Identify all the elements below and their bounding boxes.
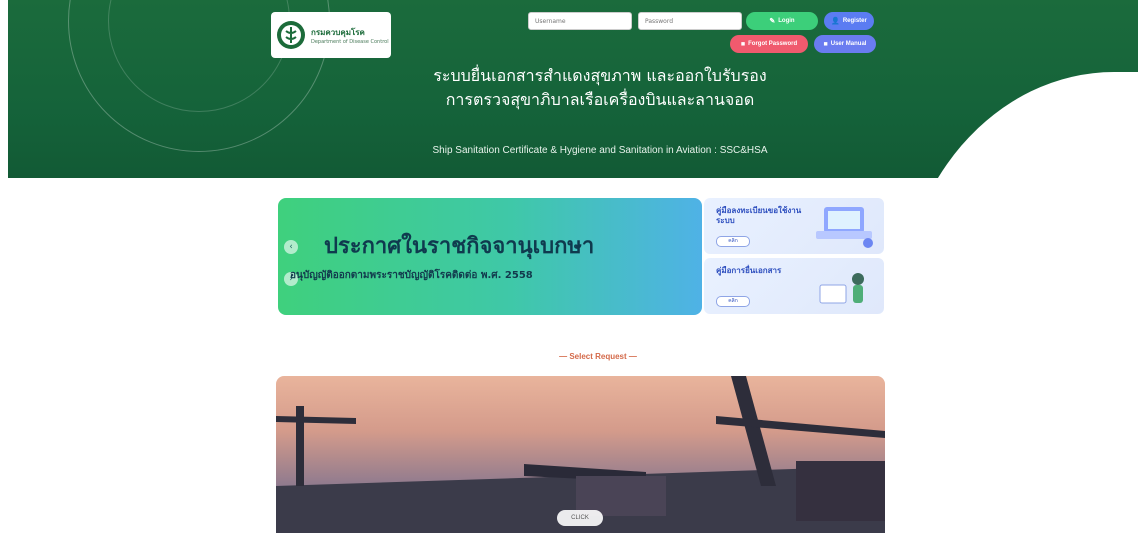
user-icon: 👤 <box>831 18 840 25</box>
forgot-password-button[interactable]: ■ Forgot Password <box>730 35 808 53</box>
login-button[interactable]: ✎ Login <box>746 12 818 30</box>
header-curve <box>898 72 1138 178</box>
computer-illustration-icon <box>816 207 873 248</box>
login-label: Login <box>778 18 795 24</box>
password-input[interactable] <box>638 12 742 30</box>
sea-port-click-button[interactable]: CLICK <box>557 510 603 526</box>
announcement-banner[interactable]: ‹ › ประกาศในราชกิจจานุเบกษา อนุบัญญัติออ… <box>278 198 702 315</box>
page-title-th-line2: การตรวจสุขาภิบาลเรือเครื่องบินและลานจอด <box>445 90 755 109</box>
registration-manual-card[interactable]: คู่มือลงทะเบียนขอใช้งานระบบ คลิก <box>704 198 884 254</box>
banner-subtitle: อนุบัญญัติออกตามพระราชบัญญัติโรคติดต่อ พ… <box>290 270 533 281</box>
register-button[interactable]: 👤 Register <box>824 12 874 30</box>
key-icon: ✎ <box>769 18 776 25</box>
registration-manual-title: คู่มือลงทะเบียนขอใช้งานระบบ <box>716 206 802 225</box>
logo-text-en: Department of Disease Control <box>311 38 389 45</box>
logo-text-th: กรมควบคุมโรค <box>311 27 365 37</box>
register-label: Register <box>842 18 867 24</box>
select-request-heading: — Select Request — <box>559 352 637 361</box>
submission-manual-card[interactable]: คู่มือการยื่นเอกสาร คลิก <box>704 258 884 314</box>
page-title-th-line1: ระบบยื่นเอกสารสำแดงสุขภาพ และออกใบรับรอง <box>433 66 767 85</box>
lock-icon: ■ <box>740 40 746 48</box>
page-title-en: Ship Sanitation Certificate & Hygiene an… <box>432 145 768 156</box>
ddc-logo[interactable]: กรมควบคุมโรค Department of Disease Contr… <box>271 12 391 58</box>
slider-prev-icon[interactable]: ‹ <box>284 240 298 254</box>
user-manual-button[interactable]: ■ User Manual <box>814 35 876 53</box>
ddc-emblem-icon <box>277 21 305 49</box>
registration-manual-click-button[interactable]: คลิก <box>716 236 750 247</box>
document-illustration-icon <box>819 273 864 304</box>
book-icon: ■ <box>823 40 828 48</box>
forgot-label: Forgot Password <box>748 41 798 47</box>
banner-title: ประกาศในราชกิจจานุเบกษา <box>324 234 595 259</box>
submission-manual-title: คู่มือการยื่นเอกสาร <box>716 266 782 275</box>
submission-manual-click-button[interactable]: คลิก <box>716 296 750 307</box>
manual-label: User Manual <box>830 41 867 47</box>
username-input[interactable] <box>528 12 632 30</box>
